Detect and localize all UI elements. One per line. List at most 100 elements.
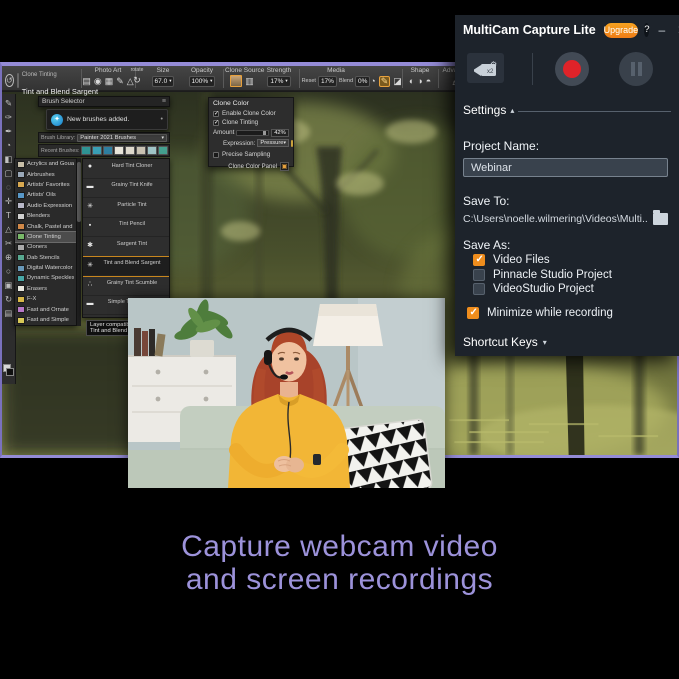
brush-selector-header[interactable]: Brush Selector ≡ bbox=[38, 96, 170, 107]
photo-art-icon[interactable]: ▤ bbox=[82, 77, 91, 86]
recent-brush-thumbnail[interactable] bbox=[92, 146, 102, 155]
brush-category-item[interactable]: Fast and Ornate bbox=[15, 304, 76, 314]
strength-field[interactable]: 17%▾ bbox=[267, 76, 290, 87]
photo-art-icon[interactable]: ◉ bbox=[94, 77, 102, 86]
opacity-field[interactable]: 100%▾ bbox=[189, 76, 216, 87]
amount-slider[interactable] bbox=[236, 130, 269, 136]
brush-category-item[interactable]: Artists' Favorites bbox=[15, 180, 76, 190]
shape-icon[interactable]: ◑ bbox=[417, 77, 422, 86]
help-icon[interactable]: ? bbox=[644, 23, 649, 37]
rotate-icon[interactable]: ↻ bbox=[133, 76, 141, 85]
tool-icon[interactable]: ▤ bbox=[3, 306, 15, 320]
tool-icon[interactable]: △ bbox=[3, 222, 15, 236]
photo-art-icon[interactable]: ▦ bbox=[105, 77, 114, 86]
minimize-while-recording-option[interactable]: Minimize while recording bbox=[467, 306, 613, 321]
recent-brush-thumbnail[interactable] bbox=[103, 146, 113, 155]
project-name-input[interactable] bbox=[463, 158, 668, 177]
clone-option-row[interactable]: Enable Clone Color bbox=[213, 109, 289, 118]
recent-brush-thumbnail[interactable] bbox=[147, 146, 157, 155]
color-swatches[interactable] bbox=[3, 364, 15, 378]
save-as-option[interactable]: VideoStudio Project bbox=[473, 282, 673, 297]
category-scrollbar[interactable] bbox=[77, 158, 81, 326]
tool-icon[interactable]: ▢ bbox=[3, 166, 15, 180]
checkbox[interactable] bbox=[213, 111, 219, 117]
tool-icon[interactable]: ▣ bbox=[3, 278, 15, 292]
checkbox[interactable] bbox=[473, 283, 485, 295]
tool-icon[interactable]: ✂ bbox=[3, 236, 15, 250]
scrollbar-thumb[interactable] bbox=[77, 162, 81, 222]
tool-icon[interactable]: T bbox=[3, 208, 15, 222]
checkbox[interactable] bbox=[213, 152, 219, 158]
recent-brush-thumbnail[interactable] bbox=[114, 146, 124, 155]
tool-icon[interactable]: ◔ bbox=[3, 138, 15, 152]
tool-icon[interactable]: ✑ bbox=[3, 110, 15, 124]
brush-category-item[interactable]: Chalk, Pastel and Crayons bbox=[15, 221, 76, 231]
clone-source-thumbnail[interactable] bbox=[230, 75, 242, 87]
media-icon[interactable]: ✎ bbox=[379, 76, 391, 87]
expression-dropdown[interactable]: Pressure ▾ bbox=[257, 139, 289, 147]
tool-icon[interactable]: ◌ bbox=[3, 180, 15, 194]
recent-brush-thumbnail[interactable] bbox=[136, 146, 146, 155]
brush-variant-item[interactable]: ✱ Sargent Tint bbox=[83, 237, 169, 257]
brush-category-item[interactable]: Erasers bbox=[15, 284, 76, 294]
size-field[interactable]: 67.0▾ bbox=[152, 76, 175, 87]
brush-category-item[interactable]: Blenders bbox=[15, 211, 76, 221]
brush-category-item[interactable]: Artists' Oils bbox=[15, 190, 76, 200]
brush-library-dropdown[interactable]: Painter 2021 Brushes ▾ bbox=[77, 134, 167, 142]
tool-icon[interactable]: ○ bbox=[3, 264, 15, 278]
new-brushes-notification[interactable]: ✦ New brushes added. • bbox=[46, 109, 168, 130]
shortcut-keys-toggle[interactable]: Shortcut Keys ▾ bbox=[463, 335, 547, 349]
expression-settings-icon[interactable] bbox=[291, 140, 293, 147]
brush-category-item[interactable]: Airbrushes bbox=[15, 169, 76, 179]
tool-icon[interactable]: ↻ bbox=[3, 292, 15, 306]
upgrade-button[interactable]: Upgrade bbox=[604, 23, 639, 38]
media-icon[interactable]: ◪ bbox=[393, 77, 402, 86]
close-icon[interactable]: ✕ bbox=[674, 23, 679, 37]
clone-option-row[interactable]: Precise Sampling bbox=[213, 150, 289, 159]
reset-brush-icon[interactable]: ↺ bbox=[5, 74, 14, 87]
clone-option-row[interactable]: Clone Tinting bbox=[213, 118, 289, 127]
brush-category-item[interactable]: Digital Watercolor bbox=[15, 263, 76, 273]
recent-brush-thumbnail[interactable] bbox=[81, 146, 91, 155]
tool-icon[interactable]: ✎ bbox=[3, 96, 15, 110]
save-as-option[interactable]: Video Files bbox=[473, 253, 673, 268]
media-icon[interactable]: ◔ bbox=[370, 77, 375, 86]
settings-toggle[interactable]: Settings ▴ bbox=[463, 103, 671, 117]
photo-art-icon[interactable]: ✎ bbox=[116, 77, 124, 86]
amount-value[interactable]: 42% bbox=[271, 129, 289, 137]
checkbox[interactable] bbox=[213, 120, 219, 126]
checkbox[interactable] bbox=[467, 307, 479, 319]
checkbox[interactable] bbox=[473, 269, 485, 281]
recent-brush-thumbnail[interactable] bbox=[158, 146, 168, 155]
brush-category-item[interactable]: Fast and Simple bbox=[15, 315, 76, 325]
brush-variant-item[interactable]: ▬ Grainy Tint Knife bbox=[83, 179, 169, 199]
tool-icon[interactable]: ◧ bbox=[3, 152, 15, 166]
tool-icon[interactable]: ✒ bbox=[3, 124, 15, 138]
brush-variant-item[interactable]: ✳ Particle Tint bbox=[83, 198, 169, 218]
brush-variant-item[interactable]: ▪ Tint Pencil bbox=[83, 218, 169, 238]
record-button[interactable] bbox=[555, 52, 589, 86]
shape-icon[interactable]: ◓ bbox=[426, 77, 431, 86]
save-as-option[interactable]: Pinnacle Studio Project bbox=[473, 268, 673, 283]
tool-icon[interactable]: ✛ bbox=[3, 194, 15, 208]
brush-category-item[interactable]: Dab Stencils bbox=[15, 253, 76, 263]
capture-sources-button[interactable]: x2 ⚙ bbox=[467, 53, 504, 83]
pause-button[interactable] bbox=[619, 52, 653, 86]
reset-field[interactable]: 17% bbox=[318, 76, 337, 87]
primary-color-swatch[interactable] bbox=[6, 368, 14, 376]
brush-category-item[interactable]: Audio Expression bbox=[15, 201, 76, 211]
brush-category-item[interactable]: Clone Tinting bbox=[15, 232, 76, 242]
panel-menu-icon[interactable]: ≡ bbox=[162, 98, 166, 105]
brush-variant-item[interactable]: ● Hard Tint Cloner bbox=[83, 159, 169, 179]
brush-variant-item[interactable]: ✳ Tint and Blend Sargent bbox=[83, 257, 169, 277]
recent-brush-thumbnail[interactable] bbox=[125, 146, 135, 155]
notification-close-icon[interactable]: • bbox=[161, 116, 163, 123]
brush-variant-thumbnail[interactable] bbox=[17, 73, 19, 88]
clone-source-icon[interactable]: ▥ bbox=[245, 77, 254, 86]
minimize-icon[interactable]: – bbox=[655, 23, 668, 37]
brush-category-item[interactable]: F-X bbox=[15, 294, 76, 304]
blend-field[interactable]: 0% bbox=[355, 76, 370, 87]
brush-category-item[interactable]: Cloners bbox=[15, 242, 76, 252]
folder-icon[interactable] bbox=[653, 213, 668, 225]
brush-category-item[interactable]: Acrylics and Gouache bbox=[15, 159, 76, 169]
